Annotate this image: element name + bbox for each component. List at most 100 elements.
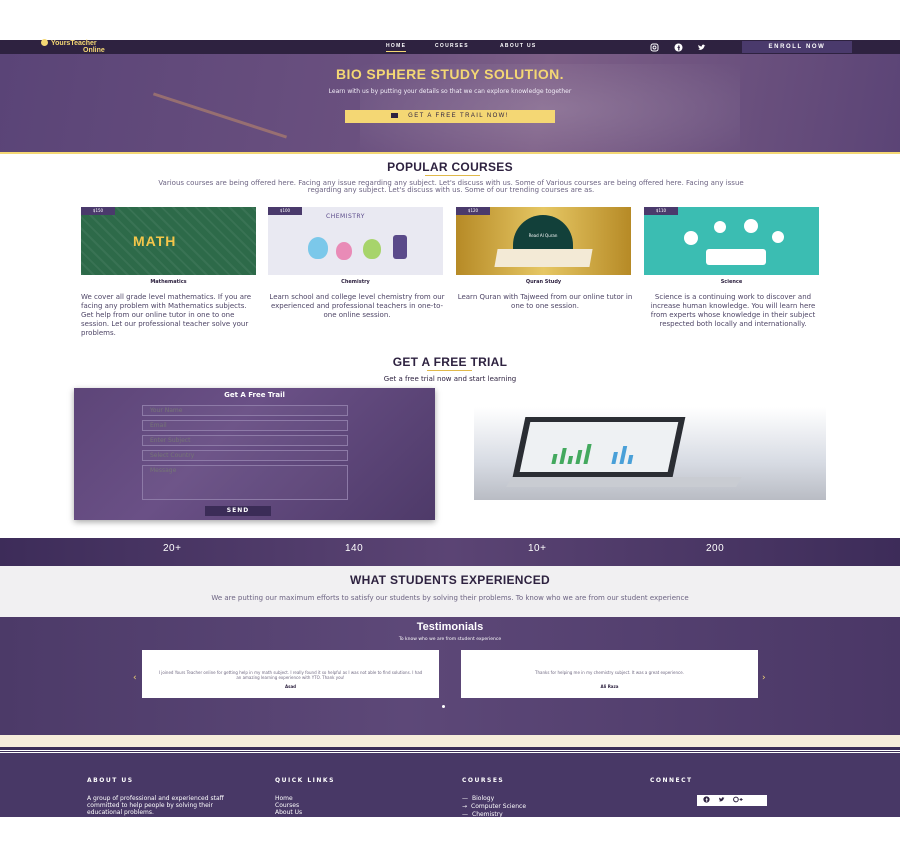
nav-about-us[interactable]: ABOUT US [500,43,537,49]
footer-course-computer-science[interactable]: → Computer Science [462,803,526,810]
arrow-right-icon: — [462,795,468,802]
experience-description: We are putting our maximum efforts to sa… [211,594,689,602]
free-trial-button-label: GET A FREE TRAIL NOW! [408,113,509,119]
laptop-keyboard [506,477,742,487]
footer-link-about-us[interactable]: About Us [275,809,302,816]
name-field[interactable] [142,405,348,416]
arrow-right-icon: → [462,803,468,810]
footer-course-label: Computer Science [471,803,527,810]
stat-value: 10+ [528,543,547,554]
testimonial-card: Thanks for helping me in my chemistry su… [461,650,758,698]
twitter-icon[interactable] [697,43,706,52]
hero-title: BIO SPHERE STUDY SOLUTION. [336,66,564,82]
course-name-mathematics[interactable]: Mathematics [81,279,256,285]
flask-shape [363,239,381,259]
send-button[interactable]: SEND [205,506,271,516]
popular-description: Various courses are being offered here. … [158,179,744,194]
testimonials-title: Testimonials [416,621,484,633]
footer-about-heading: ABOUT US [87,777,134,784]
ticket-icon [391,113,399,118]
carousel-next-button[interactable]: › [762,673,766,683]
laptop-display [519,422,679,472]
country-select[interactable] [142,450,348,461]
footer-course-label: Biology [472,795,495,802]
course-desc-chemistry: Learn school and college level chemistry… [269,293,445,319]
footer-courses-heading: COURSES [462,777,505,784]
nav-home[interactable]: HOME [386,43,407,52]
page-bottom [0,817,900,847]
course-desc-science: Science is a continuing work to discover… [650,293,816,328]
footer-links-heading: QUICK LINKS [275,777,335,784]
footer-rule-thin [0,751,900,752]
footer-rule [0,747,900,750]
laptop-screen [512,417,686,477]
course-desc-mathematics: We cover all grade level mathematics. If… [81,293,252,337]
enroll-now-button[interactable]: ENROLL NOW [742,41,852,53]
connect-icons [697,795,767,806]
brand-line-2: Online [83,47,105,54]
google-plus-icon[interactable] [733,796,743,805]
cream-band [0,735,900,747]
course-name-chemistry[interactable]: Chemistry [268,279,443,285]
email-field[interactable] [142,420,348,431]
bubble-shape [684,231,698,245]
testimonials-subtitle: To know who we are from student experien… [398,637,502,642]
free-trial-subtitle: Get a free trial now and start learning [383,375,517,383]
bulb-icon [41,39,48,46]
facebook-icon[interactable] [703,796,710,805]
open-book-shape [494,249,593,267]
experience-title: WHAT STUDENTS EXPERIENCED [350,573,550,587]
microscope-shape [393,235,407,259]
chemistry-image-label: CHEMISTRY [326,213,365,220]
footer-link-home[interactable]: Home [275,795,293,802]
popular-courses-title: POPULAR COURSES [387,160,513,174]
math-image-label: MATH [133,233,177,249]
testimonial-author: Ali Raza [600,684,619,689]
open-book-shape [706,249,766,265]
course-name-science[interactable]: Science [644,279,819,285]
bubble-shape [772,231,784,243]
science-image [644,207,819,275]
testimonial-quote: I joined Yours Teacher online for gettin… [158,670,423,680]
popular-underline [425,175,480,176]
stat-value: 20+ [163,543,182,554]
bubble-shape [714,221,726,233]
pencil-decoration [152,92,288,139]
instagram-icon[interactable] [650,43,659,52]
free-trial-underline [427,370,472,371]
stat-value: 200 [706,543,725,554]
course-name-quran-study[interactable]: Quran Study [456,279,631,285]
brand-line-1: YoursTeacher [51,40,97,47]
testimonial-card: I joined Yours Teacher online for gettin… [142,650,439,698]
stat-value: 140 [345,543,364,554]
footer-connect-heading: CONNECT [650,777,693,784]
twitter-icon[interactable] [718,796,725,805]
message-field[interactable] [142,465,348,500]
footer-course-biology[interactable]: — Biology [462,795,494,802]
quran-image: Read Al Quran [456,207,631,275]
quran-image-label: Read Al Quran [528,233,558,238]
stats-strip [0,538,900,566]
form-title: Get A Free Trail [224,391,285,399]
hero-subtitle: Learn with us by putting your details so… [328,88,572,95]
math-image: MATH [81,207,256,275]
free-trial-button[interactable]: GET A FREE TRAIL NOW! [345,110,555,123]
free-trial-form: Get A Free Trail SEND [74,388,435,520]
chemistry-image: CHEMISTRY [268,207,443,275]
price-badge: $100 [268,207,302,215]
subject-field[interactable] [142,435,348,446]
price-badge: $110 [644,207,678,215]
facebook-icon[interactable] [674,43,683,52]
footer-link-courses[interactable]: Courses [275,802,299,809]
course-desc-quran-study: Learn Quran with Tajweed from our online… [457,293,633,310]
laptop-image [474,407,826,500]
testimonial-quote: Thanks for helping me in my chemistry su… [535,670,684,675]
carousel-prev-button[interactable]: ‹ [133,673,137,683]
price-badge: $120 [456,207,490,215]
free-trial-title: GET A FREE TRIAL [392,355,508,369]
footer-about-text: A group of professional and experienced … [87,795,224,816]
price-badge: $150 [81,207,115,215]
hero-divider [0,152,900,154]
nav-courses[interactable]: COURSES [435,43,469,49]
carousel-dot[interactable] [442,705,445,708]
